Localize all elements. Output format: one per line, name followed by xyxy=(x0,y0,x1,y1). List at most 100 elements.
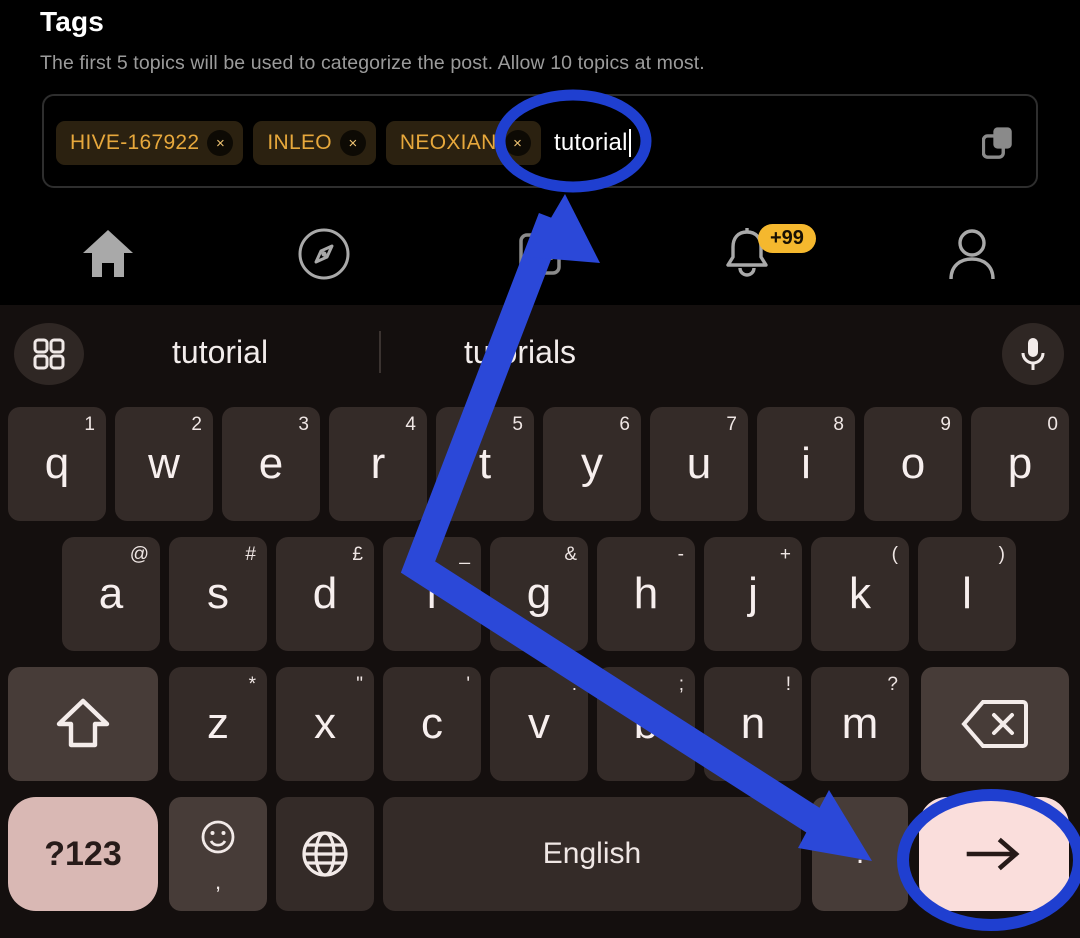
key-label: n xyxy=(740,699,766,748)
grid-icon-glyph xyxy=(33,338,65,370)
key-alt-label: 1 xyxy=(84,414,95,435)
key-e[interactable]: e3 xyxy=(222,407,320,521)
bottom-navigation-bar: +99 xyxy=(0,202,1080,305)
emoji-key[interactable]: , xyxy=(169,797,267,911)
key-k[interactable]: k( xyxy=(811,537,909,651)
tag-chip[interactable]: INLEO × xyxy=(253,121,376,165)
tag-chip[interactable]: NEOXIAN × xyxy=(385,121,541,165)
key-label: y xyxy=(581,439,603,488)
grid-icon[interactable] xyxy=(14,323,84,385)
key-t[interactable]: t5 xyxy=(436,407,534,521)
wallet-icon xyxy=(519,232,561,275)
remove-tag-icon[interactable]: × xyxy=(504,130,531,156)
on-screen-keyboard: tutorial tutorials q1 w2 e3 r4 t5 y6 u7 … xyxy=(0,305,1080,938)
key-x[interactable]: x " xyxy=(276,667,374,781)
symbols-key[interactable]: ?123 xyxy=(8,797,158,911)
key-alt-label: * xyxy=(248,674,256,695)
key-b[interactable]: b; xyxy=(597,667,695,781)
key-y[interactable]: y6 xyxy=(543,407,641,521)
tag-input-value: tutorial xyxy=(554,129,628,156)
key-alt-label: 7 xyxy=(726,414,737,435)
microphone-icon[interactable] xyxy=(1002,323,1064,385)
key-u[interactable]: u7 xyxy=(650,407,748,521)
key-q[interactable]: q1 xyxy=(8,407,106,521)
copy-icon[interactable] xyxy=(982,124,1016,162)
key-label: o xyxy=(900,439,926,488)
tags-help-text: The first 5 topics will be used to categ… xyxy=(40,52,705,74)
keyboard-row-2: a @ s # d £ f _ g & h- j + k( l) xyxy=(0,529,1080,659)
key-label: r xyxy=(370,439,386,488)
key-label: a xyxy=(98,569,124,618)
key-label: z xyxy=(207,699,229,748)
suggestion-word[interactable]: tutorials xyxy=(464,305,576,399)
key-g[interactable]: g & xyxy=(490,537,588,651)
home-icon xyxy=(83,229,133,277)
key-alt-label: 5 xyxy=(512,414,523,435)
key-alt-label: 4 xyxy=(405,414,416,435)
tag-text-input[interactable]: tutorial xyxy=(554,96,631,190)
key-p[interactable]: p0 xyxy=(971,407,1069,521)
key-c[interactable]: c ' xyxy=(383,667,481,781)
key-alt-label: ) xyxy=(998,544,1005,565)
key-alt-label: : xyxy=(571,674,577,695)
suggestion-word[interactable]: tutorial xyxy=(172,305,268,399)
remove-tag-icon[interactable]: × xyxy=(339,130,366,156)
key-alt-label: & xyxy=(564,544,577,565)
key-v[interactable]: v: xyxy=(490,667,588,781)
key-o[interactable]: o9 xyxy=(864,407,962,521)
backspace-key[interactable] xyxy=(921,667,1069,781)
key-z[interactable]: z * xyxy=(169,667,267,781)
key-alt-label: _ xyxy=(459,544,470,565)
text-caret xyxy=(628,129,631,157)
key-label: g xyxy=(526,569,552,618)
key-alt-label: 6 xyxy=(619,414,630,435)
key-d[interactable]: d £ xyxy=(276,537,374,651)
key-label: ?123 xyxy=(44,835,122,873)
language-switch-key[interactable] xyxy=(276,797,374,911)
nav-item-profile[interactable] xyxy=(864,202,1080,305)
key-m[interactable]: m? xyxy=(811,667,909,781)
nav-item-wallet[interactable] xyxy=(432,202,648,305)
tags-section: Tags The first 5 topics will be used to … xyxy=(0,0,1080,202)
shift-key[interactable] xyxy=(8,667,158,781)
key-n[interactable]: n! xyxy=(704,667,802,781)
key-label: w xyxy=(148,439,180,488)
key-label: k xyxy=(849,569,871,618)
tag-chip-list: HIVE-167922 × INLEO × NEOXIAN × xyxy=(56,96,541,190)
key-s[interactable]: s # xyxy=(169,537,267,651)
tag-chip[interactable]: HIVE-167922 × xyxy=(56,121,244,165)
key-w[interactable]: w2 xyxy=(115,407,213,521)
period-key[interactable]: . xyxy=(812,797,908,911)
backspace-icon xyxy=(961,700,1028,748)
key-label: v xyxy=(528,699,550,748)
keyboard-row-1: q1 w2 e3 r4 t5 y6 u7 i8 o9 p0 xyxy=(0,399,1080,529)
key-alt-label: # xyxy=(245,544,256,565)
nav-item-explore[interactable] xyxy=(216,202,432,305)
enter-key[interactable] xyxy=(919,797,1069,911)
key-alt-label: ( xyxy=(891,544,898,565)
key-label: h xyxy=(633,569,659,618)
key-alt-label: £ xyxy=(352,544,363,565)
tag-chip-label: HIVE-167922 xyxy=(70,131,200,154)
keyboard-row-4: ?123 , English . xyxy=(0,789,1080,919)
key-i[interactable]: i8 xyxy=(757,407,855,521)
key-alt-label: " xyxy=(356,674,363,695)
remove-tag-icon[interactable]: × xyxy=(207,130,234,156)
key-a[interactable]: a @ xyxy=(62,537,160,651)
key-comma-label: , xyxy=(214,869,222,894)
tags-input-box[interactable]: HIVE-167922 × INLEO × NEOXIAN × tutorial xyxy=(42,94,1038,188)
key-r[interactable]: r4 xyxy=(329,407,427,521)
key-label: b xyxy=(633,699,659,748)
key-l[interactable]: l) xyxy=(918,537,1016,651)
tag-chip-label: NEOXIAN xyxy=(399,131,497,154)
key-alt-label: ; xyxy=(678,674,684,695)
key-h[interactable]: h- xyxy=(597,537,695,651)
key-f[interactable]: f _ xyxy=(383,537,481,651)
key-j[interactable]: j + xyxy=(704,537,802,651)
key-alt-label: @ xyxy=(129,544,149,565)
key-label: c xyxy=(421,699,443,748)
nav-item-notifications[interactable]: +99 xyxy=(648,202,864,305)
space-key[interactable]: English xyxy=(383,797,801,911)
keyboard-row-3: z * x " c ' v: b; n! m? xyxy=(0,659,1080,789)
nav-item-home[interactable] xyxy=(0,202,216,305)
